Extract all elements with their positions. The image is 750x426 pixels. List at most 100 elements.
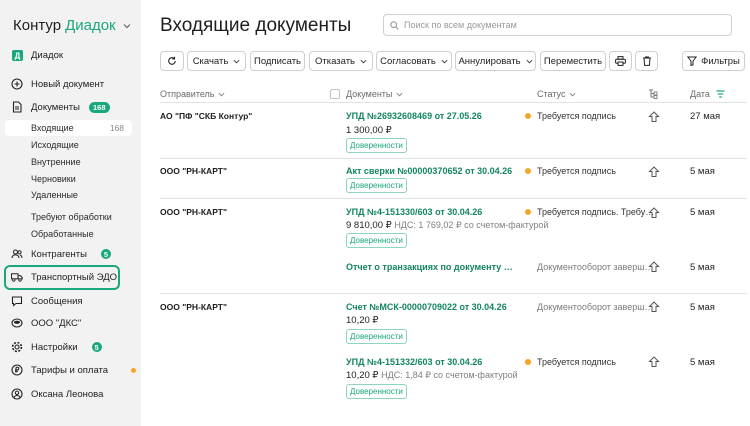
column-status-label: Статус [537, 89, 566, 99]
divider [160, 158, 747, 159]
powers-of-attorney-tag[interactable]: Доверенности [346, 138, 407, 153]
column-documents-label: Документы [346, 89, 393, 99]
filters-button[interactable]: Фильтры [682, 51, 745, 71]
row-status: Документооборот заверш… [537, 302, 653, 312]
settings-badge: 5 [91, 342, 102, 352]
amount-value: 10,20 ₽ [346, 370, 379, 381]
column-documents[interactable]: Документы [346, 89, 403, 99]
sidebar-item-internal[interactable]: Внутренние [31, 154, 81, 170]
status-text: Требуется подпись [537, 111, 616, 121]
refresh-button[interactable] [160, 51, 184, 71]
main-content: Входящие документы Поиск по всем докумен… [141, 0, 750, 426]
sidebar-item-contractors[interactable]: Контрагенты 5 [11, 245, 111, 263]
sidebar-item-processed[interactable]: Обработанные [31, 226, 94, 242]
upload-icon[interactable] [648, 301, 660, 313]
sort-icon [716, 90, 725, 98]
move-button[interactable]: Переместить [540, 51, 606, 71]
chevron-down-icon [123, 23, 131, 28]
row-status: Требуется подпись [525, 111, 616, 121]
sidebar-item-label: Контрагенты [31, 248, 87, 260]
sidebar-item-label: Настройки [31, 341, 78, 353]
sidebar-item-tariffs[interactable]: Тарифы и оплата [11, 361, 137, 379]
column-tree[interactable] [648, 89, 659, 99]
column-date[interactable]: Дата [690, 89, 725, 99]
sign-button[interactable]: Подписать [250, 51, 305, 71]
download-button[interactable]: Скачать [187, 51, 246, 71]
sidebar-item-label: Диадок [31, 49, 64, 61]
sidebar-item-label: Новый документ [31, 78, 105, 90]
print-button[interactable] [609, 51, 632, 71]
sidebar-item-new-document[interactable]: Новый документ [11, 75, 104, 93]
refuse-button[interactable]: Отказать [309, 51, 373, 71]
refresh-icon [168, 56, 176, 65]
gear-icon [11, 341, 23, 353]
user-avatar-icon [11, 388, 23, 400]
sidebar-item-incoming[interactable]: Входящие 168 [5, 120, 132, 136]
row-status: Требуется подпись. Требу… [525, 207, 654, 217]
svg-text:Д: Д [14, 51, 20, 60]
upload-icon[interactable] [648, 207, 660, 219]
sidebar-item-deleted[interactable]: Удаленные [31, 187, 78, 203]
plus-circle-icon [11, 78, 23, 90]
print-icon [615, 56, 626, 66]
chevron-down-icon [360, 59, 367, 64]
status-dot [525, 209, 531, 215]
brand-switcher[interactable]: Контур Диадок [13, 17, 131, 34]
powers-of-attorney-tag[interactable]: Доверенности [346, 178, 407, 193]
row-document-link[interactable]: Отчет о транзакциях по документу … [346, 262, 513, 272]
annul-label: Аннулировать [458, 55, 521, 67]
brand-product: Диадок [65, 17, 116, 34]
sidebar-item-drafts[interactable]: Черновики [31, 171, 76, 187]
move-label: Переместить [543, 55, 603, 67]
status-dot [525, 359, 531, 365]
row-document-link[interactable]: УПД №4-151330/603 от 30.04.26 [346, 207, 482, 217]
sidebar-item-organization[interactable]: ООО "ДКС" [11, 314, 81, 332]
document-icon [11, 101, 23, 113]
status-text: Требуется подпись [537, 166, 616, 176]
upload-icon[interactable] [648, 166, 660, 178]
sidebar-item-diadoc[interactable]: Д Диадок [11, 46, 63, 64]
row-document-link[interactable]: Счет №МСК-00000709022 от 30.04.26 [346, 302, 507, 312]
column-sender[interactable]: Отправитель [160, 89, 225, 99]
column-status[interactable]: Статус [537, 89, 576, 99]
users-icon [11, 248, 23, 260]
sidebar-item-label: Документы [31, 101, 80, 113]
row-date: 27 мая [690, 111, 721, 122]
delete-button[interactable] [635, 51, 658, 71]
row-document-link[interactable]: УПД №4-151332/603 от 30.04.26 [346, 357, 482, 367]
upload-icon[interactable] [648, 356, 660, 368]
row-sender: АО "ПФ "СКБ Контур" [160, 111, 253, 121]
row-date: 5 мая [690, 207, 715, 218]
vat-text: НДС: 1,84 ₽ со счетом-фактурой [381, 370, 518, 380]
checkbox-box [330, 89, 340, 99]
sidebar-item-outgoing[interactable]: Исходящие [31, 137, 79, 153]
sidebar-item-label: Оксана Леонова [31, 388, 104, 400]
row-document-link[interactable]: УПД №26932608469 от 27.05.26 [346, 111, 482, 121]
powers-of-attorney-tag[interactable]: Доверенности [346, 384, 407, 399]
sidebar-item-need-processing[interactable]: Требуют обработки [31, 209, 112, 225]
powers-of-attorney-tag[interactable]: Доверенности [346, 233, 407, 248]
tariffs-notification-dot [131, 367, 137, 373]
row-document-link[interactable]: Акт сверки №00000370652 от 30.04.26 [346, 166, 512, 176]
organization-icon [11, 317, 23, 329]
amount-value: 10,20 ₽ [346, 315, 379, 326]
sidebar-item-label: ООО "ДКС" [31, 317, 82, 329]
annul-button[interactable]: Аннулировать [455, 51, 536, 71]
sidebar-item-user[interactable]: Оксана Леонова [11, 385, 103, 403]
upload-icon[interactable] [648, 111, 660, 123]
approve-button[interactable]: Согласовать [376, 51, 452, 71]
powers-of-attorney-tag[interactable]: Доверенности [346, 329, 407, 344]
sidebar-item-transport-edo[interactable]: Транспортный ЭДО [11, 268, 117, 286]
sidebar-item-documents[interactable]: Документы 168 [11, 98, 110, 116]
status-dot [525, 113, 531, 119]
sidebar-item-label: Тарифы и оплата [31, 364, 109, 376]
upload-icon[interactable] [648, 261, 660, 273]
sidebar-item-settings[interactable]: Настройки 5 [11, 338, 102, 356]
search-input[interactable]: Поиск по всем документам [383, 14, 732, 36]
status-text: Требуется подпись. Требу… [537, 207, 655, 217]
sidebar-item-label: Сообщения [31, 295, 83, 307]
incoming-count: 168 [109, 123, 124, 133]
contractors-badge: 5 [100, 249, 111, 259]
select-all-checkbox[interactable] [330, 89, 340, 99]
sidebar-item-messages[interactable]: Сообщения [11, 292, 83, 310]
